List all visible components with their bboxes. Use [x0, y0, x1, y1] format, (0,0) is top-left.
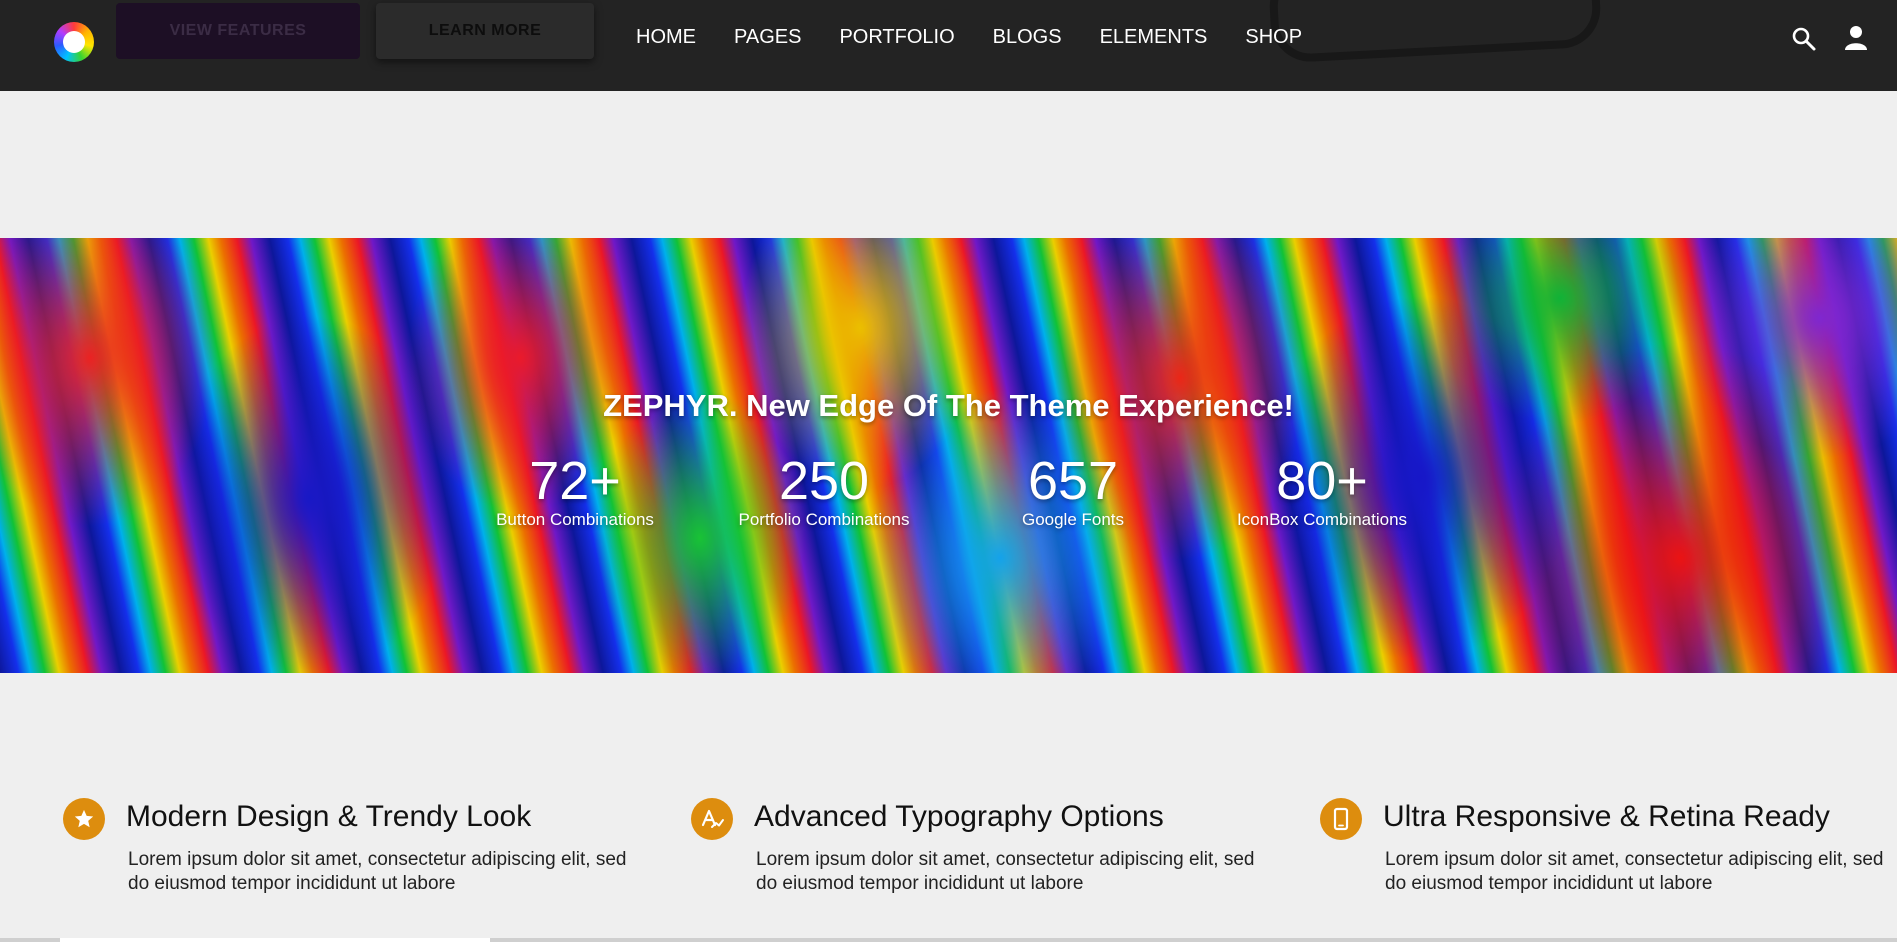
main-nav: HOME PAGES PORTFOLIO BLOGS ELEMENTS SHOP — [636, 24, 1340, 50]
stat-label: IconBox Combinations — [1236, 510, 1408, 529]
hero-tagline: New Edge Of The Theme Experience! — [737, 388, 1294, 423]
stat-google-fonts: 657 Google Fonts — [973, 453, 1173, 530]
feature-title: Advanced Typography Options — [754, 800, 1164, 833]
nav-item-pages[interactable]: PAGES — [734, 24, 801, 50]
stat-iconbox-combinations: 80+ IconBox Combinations — [1222, 453, 1422, 530]
feature-text: Lorem ipsum dolor sit amet, consectetur … — [1385, 849, 1884, 894]
hero-title: ZEPHYR. New Edge Of The Theme Experience… — [0, 388, 1897, 424]
feature-text: Lorem ipsum dolor sit amet, consectetur … — [128, 849, 627, 894]
view-features-button[interactable]: VIEW FEATURES — [116, 3, 360, 59]
stat-button-combinations: 72+ Button Combinations — [475, 453, 675, 530]
stat-number: 250 — [778, 451, 870, 511]
stat-number: 657 — [1027, 451, 1119, 511]
stat-portfolio-combinations: 250 Portfolio Combinations — [724, 453, 924, 530]
typography-icon-glyph — [701, 809, 724, 828]
stat-label: Google Fonts — [1021, 510, 1125, 529]
user-icon[interactable] — [1843, 25, 1869, 51]
stat-number: 72+ — [529, 451, 621, 511]
star-icon-glyph — [74, 809, 94, 828]
stat-label: Button Combinations — [496, 510, 654, 529]
star-icon — [63, 798, 105, 840]
bottom-divider-highlight — [60, 938, 490, 942]
stat-label: Portfolio Combinations — [738, 510, 910, 529]
search-icon[interactable] — [1791, 26, 1817, 52]
site-header: VIEW FEATURES LEARN MORE HOME PAGES PORT… — [0, 0, 1897, 91]
hero-brand: ZEPHYR. — [603, 388, 738, 423]
nav-item-blogs[interactable]: BLOGS — [993, 24, 1062, 50]
stat-number: 80+ — [1276, 451, 1368, 511]
typography-icon — [691, 798, 733, 840]
feature-text: Lorem ipsum dolor sit amet, consectetur … — [756, 849, 1255, 894]
logo-icon[interactable] — [54, 22, 94, 62]
nav-item-elements[interactable]: ELEMENTS — [1100, 24, 1208, 50]
learn-more-button[interactable]: LEARN MORE — [376, 3, 594, 59]
hero-overlay — [0, 238, 1897, 673]
mobile-icon — [1320, 798, 1362, 840]
nav-item-portfolio[interactable]: PORTFOLIO — [839, 24, 954, 50]
mobile-icon-glyph — [1333, 807, 1349, 831]
feature-title: Ultra Responsive & Retina Ready — [1383, 800, 1830, 833]
nav-item-home[interactable]: HOME — [636, 24, 696, 50]
hero-banner: ZEPHYR. New Edge Of The Theme Experience… — [0, 238, 1897, 673]
feature-title: Modern Design & Trendy Look — [126, 800, 532, 833]
nav-item-shop[interactable]: SHOP — [1245, 24, 1302, 50]
